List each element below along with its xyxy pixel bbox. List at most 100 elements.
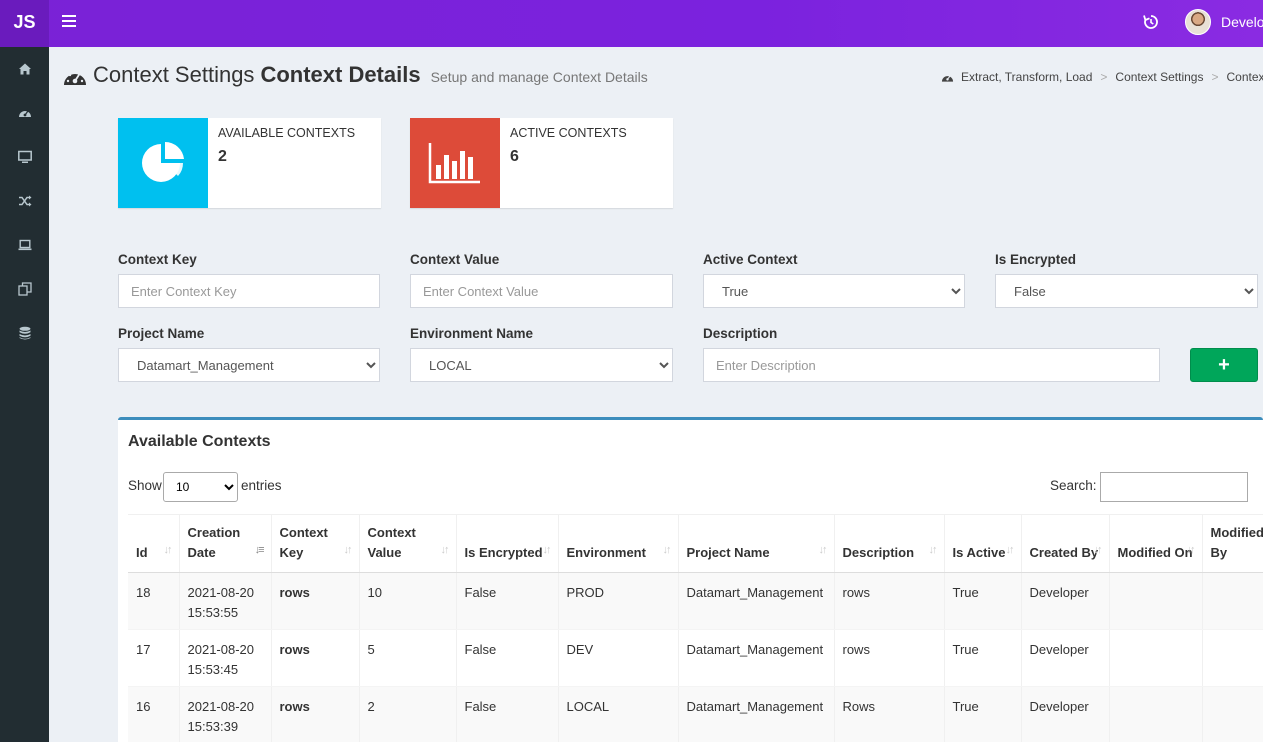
- project-name-select[interactable]: Datamart_Management: [118, 348, 380, 382]
- entries-per-page-select[interactable]: 10: [163, 472, 238, 502]
- cell-context-key: rows: [271, 629, 360, 687]
- column-header-is-encrypted[interactable]: Is Encrypted ↓↑: [456, 514, 559, 573]
- sidebar-item-laptop[interactable]: [0, 223, 49, 267]
- cell-modified-by: [1202, 629, 1263, 687]
- context-key-label: Context Key: [118, 252, 197, 267]
- info-box-number: 6: [510, 148, 519, 165]
- bar-chart-icon: [410, 118, 500, 208]
- app-logo[interactable]: JS: [0, 0, 49, 47]
- cell-created-by: Developer: [1021, 629, 1110, 687]
- info-box-number: 2: [218, 148, 227, 165]
- column-header-modified-by[interactable]: Modified By: [1202, 514, 1263, 573]
- pie-chart-icon: [118, 118, 208, 208]
- environment-name-label: Environment Name: [410, 326, 534, 341]
- cell-created-by: Developer: [1021, 572, 1110, 630]
- cell-is-encrypted: False: [456, 686, 559, 742]
- page-title-detail: Context Details: [260, 62, 421, 87]
- cell-context-key: rows: [271, 572, 360, 630]
- is-encrypted-select[interactable]: False: [995, 274, 1258, 308]
- is-encrypted-label: Is Encrypted: [995, 252, 1077, 267]
- sidebar-item-database[interactable]: [0, 311, 49, 355]
- column-header-description[interactable]: Description ↓↑: [834, 514, 945, 573]
- column-header-modified-on[interactable]: Modified On ↓↑: [1109, 514, 1203, 573]
- column-header-context-key[interactable]: Context Key ↓↑: [271, 514, 360, 573]
- description-label: Description: [703, 326, 778, 341]
- context-key-input[interactable]: [118, 274, 380, 308]
- column-header-context-value[interactable]: Context Value ↓↑: [359, 514, 457, 573]
- show-label: Show: [128, 478, 162, 493]
- cell-description: Rows: [834, 686, 945, 742]
- sidebar-item-dashboard[interactable]: [0, 91, 49, 135]
- monitor-icon: [17, 150, 32, 163]
- column-label: Modified By: [1210, 525, 1263, 560]
- cell-environment: PROD: [558, 572, 679, 630]
- available-contexts-box: AVAILABLE CONTEXTS 2: [118, 118, 381, 208]
- column-label: Id: [136, 545, 148, 560]
- cell-description: rows: [834, 572, 945, 630]
- column-label: Creation Date: [187, 525, 241, 560]
- column-label: Context Value: [367, 525, 416, 560]
- sidebar-item-home[interactable]: [0, 47, 49, 91]
- active-context-select[interactable]: True: [703, 274, 965, 308]
- environment-name-select[interactable]: LOCAL: [410, 348, 673, 382]
- column-header-creation-date[interactable]: Creation Date ↓≡: [179, 514, 272, 573]
- column-label: Is Encrypted: [464, 545, 543, 560]
- breadcrumb-item-context-settings[interactable]: Context Settings: [1115, 70, 1203, 84]
- column-label: Project Name: [686, 545, 770, 560]
- column-header-created-by[interactable]: Created By ↓↑: [1021, 514, 1110, 573]
- sidebar-item-monitor[interactable]: [0, 135, 49, 179]
- cell-is-active: True: [944, 629, 1022, 687]
- info-box-label: AVAILABLE CONTEXTS: [218, 126, 356, 140]
- user-name[interactable]: Developer: [1221, 14, 1263, 30]
- active-contexts-box: ACTIVE CONTEXTS 6: [410, 118, 673, 208]
- column-header-is-active[interactable]: Is Active ↓↑: [944, 514, 1022, 573]
- table-search-input[interactable]: [1100, 472, 1248, 502]
- cell-context-key: rows: [271, 686, 360, 742]
- dashboard-icon: [941, 75, 954, 82]
- breadcrumb-item-etl[interactable]: Extract, Transform, Load: [961, 70, 1092, 84]
- sort-desc-icon: ↓≡: [254, 544, 265, 556]
- column-label: Created By: [1029, 545, 1099, 560]
- breadcrumb-separator: >: [1100, 70, 1108, 84]
- history-icon[interactable]: [1141, 12, 1161, 32]
- available-contexts-panel: Available Contexts Show 10 entries Searc…: [118, 417, 1263, 742]
- cell-modified-on: [1109, 572, 1203, 630]
- cell-description: rows: [834, 629, 945, 687]
- column-header-id[interactable]: Id ↓↑: [128, 514, 180, 573]
- column-header-environment[interactable]: Environment ↓↑: [558, 514, 679, 573]
- column-label: Environment: [566, 545, 646, 560]
- sidebar-item-shuffle[interactable]: [0, 179, 49, 223]
- table-row[interactable]: 16 2021-08-20 15:53:39 rows 2 False LOCA…: [128, 686, 1263, 742]
- sidebar-item-copy[interactable]: [0, 267, 49, 311]
- menu-toggle-icon[interactable]: [62, 15, 76, 29]
- sort-icon: ↓↑: [1005, 544, 1015, 556]
- breadcrumb: Extract, Transform, Load > Context Setti…: [941, 70, 1263, 84]
- sort-icon: ↓↑: [1093, 544, 1103, 556]
- cell-context-value: 2: [359, 686, 457, 742]
- cell-project-name: Datamart_Management: [678, 572, 835, 630]
- table-row[interactable]: 18 2021-08-20 15:53:55 rows 10 False PRO…: [128, 572, 1263, 630]
- cell-project-name: Datamart_Management: [678, 686, 835, 742]
- cell-modified-on: [1109, 686, 1203, 742]
- add-context-button[interactable]: +: [1190, 348, 1258, 382]
- contexts-table: Id ↓↑ Creation Date ↓≡ Context Key ↓↑ Conte…: [128, 514, 1263, 742]
- cell-modified-by: [1202, 572, 1263, 630]
- sort-icon: ↓↑: [440, 544, 450, 556]
- description-input[interactable]: [703, 348, 1160, 382]
- dashboard-icon: [18, 110, 31, 117]
- project-name-label: Project Name: [118, 326, 205, 341]
- sort-icon: ↓↑: [818, 544, 828, 556]
- cell-creation-date: 2021-08-20 15:53:55: [179, 572, 272, 630]
- sort-icon: ↓↑: [163, 544, 173, 556]
- dashboard-icon: [64, 71, 86, 85]
- sort-icon: ↓↑: [542, 544, 552, 556]
- cell-modified-on: [1109, 629, 1203, 687]
- table-row[interactable]: 17 2021-08-20 15:53:45 rows 5 False DEV …: [128, 629, 1263, 687]
- column-label: Is Active: [952, 545, 1006, 560]
- column-header-project-name[interactable]: Project Name ↓↑: [678, 514, 835, 573]
- column-label: Context Key: [279, 525, 328, 560]
- info-box-label: ACTIVE CONTEXTS: [510, 126, 627, 140]
- user-avatar[interactable]: [1185, 9, 1211, 35]
- context-value-input[interactable]: [410, 274, 673, 308]
- shuffle-icon: [18, 195, 31, 207]
